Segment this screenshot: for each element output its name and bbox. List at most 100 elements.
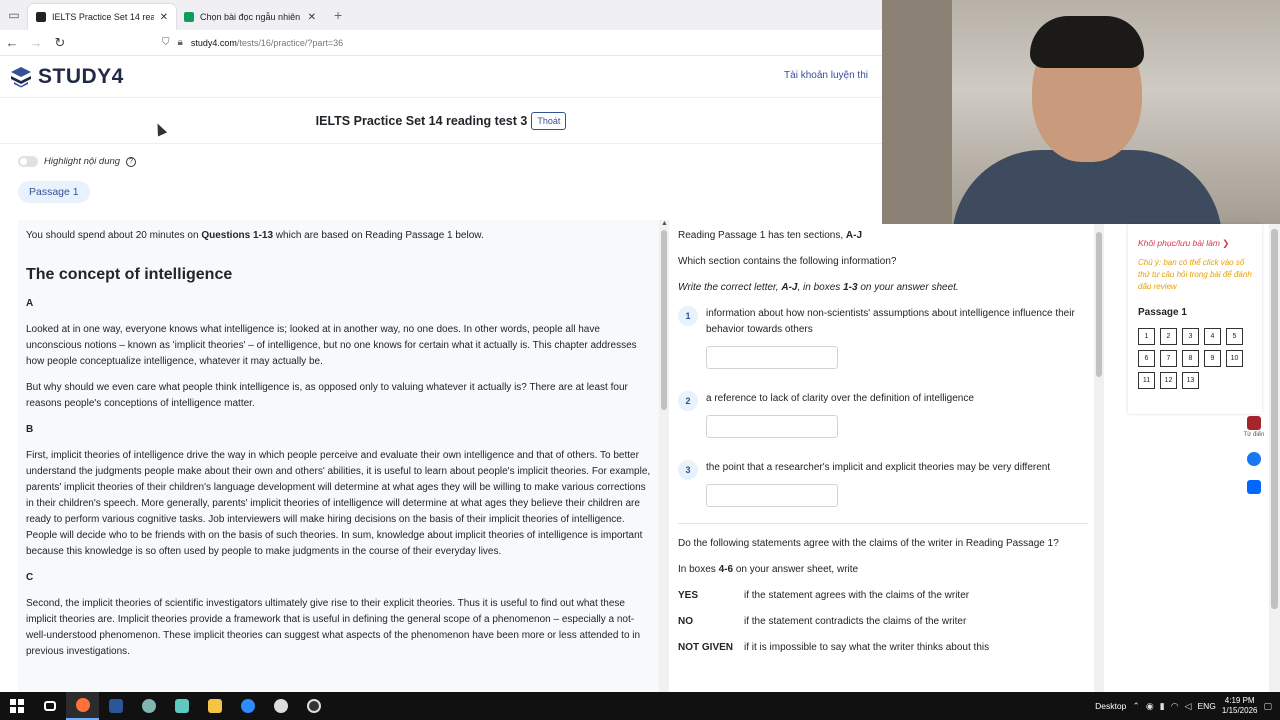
address-bar[interactable]: ⛉ 🔒︎ study4.com/tests/16/practice/?part=… [162, 37, 343, 48]
passage-intro: You should spend about 20 minutes on Que… [26, 230, 484, 241]
close-tab-icon[interactable]: ✕ [308, 12, 316, 23]
navigator-passage-title: Passage 1 [1138, 307, 1187, 318]
passage-scrollbar[interactable]: ▲ [659, 220, 669, 692]
windows-taskbar: Desktop ⌃ ◉ ▮ ◠ ◁ ENG 4:19 PM 1/15/2026 ▢ [0, 692, 1280, 720]
highlight-toggle-row: Highlight nội dung ? [18, 156, 137, 167]
scrollbar-thumb[interactable] [1271, 229, 1278, 609]
answer-input-1[interactable] [706, 346, 838, 369]
nav-question-9[interactable]: 9 [1204, 350, 1221, 367]
browser-tab-sheets[interactable]: Chọn bài đọc ngẫu nhiên - Goo ✕ [176, 4, 324, 30]
new-tab-button[interactable]: + [334, 7, 342, 23]
study4-logo[interactable]: STUDY4 [10, 65, 124, 89]
network-icon[interactable]: ◉ [1146, 701, 1154, 712]
nav-question-13[interactable]: 13 [1182, 372, 1199, 389]
question-number[interactable]: 1 [678, 306, 698, 326]
browser-tab-ielts[interactable]: IELTS Practice Set 14 reading te ✕ [28, 4, 176, 30]
chevron-up-icon[interactable]: ⌃ [1132, 701, 1140, 712]
section-letter: B [26, 424, 34, 435]
nav-question-8[interactable]: 8 [1182, 350, 1199, 367]
answer-input-2[interactable] [706, 415, 838, 438]
section-letter: A [26, 298, 34, 309]
question-navigator: Khôi phục/lưu bài làm ❯ Chú ý: bạn có th… [1128, 224, 1262, 414]
nav-question-1[interactable]: 1 [1138, 328, 1155, 345]
back-arrow-icon[interactable]: ← [0, 35, 24, 50]
wifi-icon[interactable]: ◠ [1171, 701, 1179, 712]
language-indicator[interactable]: ENG [1197, 701, 1215, 711]
passage-pane: You should spend about 20 minutes on Que… [18, 220, 659, 692]
nav-question-2[interactable]: 2 [1160, 328, 1177, 345]
answer-key-row: NOT GIVEN if it is impossible to say what… [678, 642, 990, 653]
highlight-label: Highlight nội dung [44, 156, 121, 167]
nav-question-6[interactable]: 6 [1138, 350, 1155, 367]
nav-question-10[interactable]: 10 [1226, 350, 1243, 367]
file-explorer-icon[interactable] [198, 692, 231, 720]
part2-question: Do the following statements agree with t… [678, 538, 1059, 549]
nav-question-12[interactable]: 12 [1160, 372, 1177, 389]
question-number[interactable]: 2 [678, 391, 698, 411]
obs-icon[interactable] [297, 692, 330, 720]
scrollbar-thumb[interactable] [1096, 232, 1102, 377]
zoom-icon[interactable] [231, 692, 264, 720]
section-letter: C [26, 572, 34, 583]
tab-list-icon[interactable]: ▭ [0, 0, 28, 30]
lock-icon: 🔒︎ [177, 37, 183, 48]
firefox-icon[interactable] [66, 692, 99, 720]
dictionary-label: Từ điển [1243, 432, 1265, 438]
questions-scrollbar[interactable] [1094, 224, 1104, 692]
answer-input-3[interactable] [706, 484, 838, 507]
scrollbar-thumb[interactable] [661, 230, 667, 410]
word-icon[interactable] [99, 692, 132, 720]
review-note: Chú ý: bạn có thể click vào số thứ tự câ… [1138, 258, 1252, 291]
question-number[interactable]: 3 [678, 460, 698, 480]
restore-link[interactable]: Khôi phục/lưu bài làm ❯ [1138, 238, 1252, 249]
questions-intro: Reading Passage 1 has ten sections, A-J [678, 230, 863, 241]
app-icon[interactable] [132, 692, 165, 720]
tab-passage-1[interactable]: Passage 1 [18, 181, 90, 203]
messenger-icon[interactable] [1247, 452, 1261, 466]
system-tray: Desktop ⌃ ◉ ▮ ◠ ◁ ENG 4:19 PM 1/15/2026 ▢ [1095, 692, 1280, 720]
passage-title: The concept of intelligence [26, 266, 233, 283]
scroll-up-icon[interactable]: ▲ [661, 220, 668, 227]
dictionary-icon[interactable] [1247, 416, 1261, 430]
shield-icon: ⛉ [162, 37, 170, 48]
volume-icon[interactable]: ◁ [1185, 701, 1192, 712]
question-item: 1 information about how non-scientists' … [678, 306, 1088, 369]
exit-button[interactable]: Thoát [531, 111, 567, 130]
questions-which: Which section contains the following inf… [678, 256, 897, 267]
answer-key-row: NO if the statement contradicts the claim… [678, 616, 967, 627]
app-icon[interactable] [264, 692, 297, 720]
nav-question-3[interactable]: 3 [1182, 328, 1199, 345]
task-view-icon[interactable] [33, 692, 66, 720]
close-tab-icon[interactable]: ✕ [160, 12, 168, 23]
url-text: study4.com/tests/16/practice/?part=36 [190, 37, 344, 48]
browser-nav-bar: ← → ↻ ⛉ 🔒︎ study4.com/tests/16/practice/… [0, 30, 882, 56]
questions-pane: Reading Passage 1 has ten sections, A-J … [672, 220, 1094, 692]
desktop-label[interactable]: Desktop [1095, 701, 1126, 711]
question-text: the point that a researcher's implicit a… [706, 462, 1051, 473]
paragraph: Looked at in one way, everyone knows wha… [26, 324, 637, 367]
help-icon[interactable]: ? [126, 156, 137, 167]
nav-question-7[interactable]: 7 [1160, 350, 1177, 367]
nav-question-11[interactable]: 11 [1138, 372, 1155, 389]
windows-start-icon[interactable] [0, 692, 33, 720]
forward-arrow-icon[interactable]: → [24, 35, 48, 50]
reload-icon[interactable]: ↻ [48, 35, 72, 51]
paragraph: First, implicit theories of intelligence… [26, 450, 651, 557]
paragraph: But why should we even care what people … [26, 382, 628, 409]
page-scrollbar[interactable] [1269, 224, 1280, 692]
nav-question-4[interactable]: 4 [1204, 328, 1221, 345]
logo-text: STUDY4 [38, 64, 124, 88]
test-title-bar: IELTS Practice Set 14 reading test 3 Tho… [0, 98, 882, 144]
test-title: IELTS Practice Set 14 reading test 3 [315, 113, 528, 128]
highlight-toggle[interactable] [18, 156, 38, 167]
battery-icon[interactable]: ▮ [1160, 701, 1165, 712]
notification-icon[interactable]: ▢ [1263, 701, 1272, 712]
account-link[interactable]: Tài khoản luyện thi [784, 70, 868, 81]
question-number-grid: 1 2 3 4 5 6 7 8 9 10 11 12 13 [1138, 328, 1252, 389]
zalo-icon[interactable] [1247, 480, 1261, 494]
clock[interactable]: 4:19 PM 1/15/2026 [1222, 696, 1258, 716]
question-item: 2 a reference to lack of clarity over th… [678, 391, 1088, 438]
nav-question-5[interactable]: 5 [1226, 328, 1243, 345]
app-icon[interactable] [165, 692, 198, 720]
questions-instruction: Write the correct letter, A-J, in boxes … [678, 282, 959, 293]
